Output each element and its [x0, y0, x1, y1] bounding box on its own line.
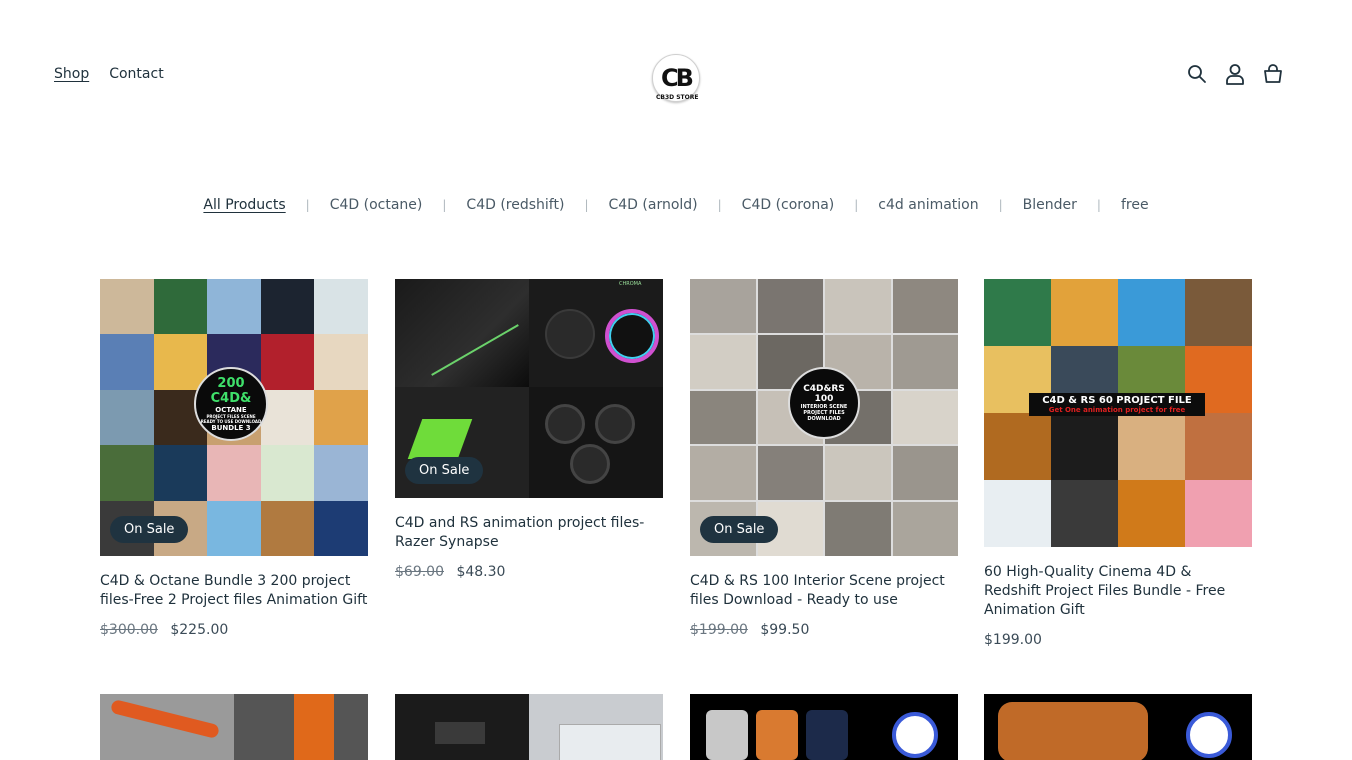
- filter-free[interactable]: free: [1121, 197, 1149, 213]
- badge-text: BUNDLE 3: [211, 424, 251, 432]
- badge-text: 100: [814, 394, 834, 404]
- product-title[interactable]: C4D & Octane Bundle 3 200 project files-…: [100, 572, 368, 610]
- product-title[interactable]: C4D & RS 100 Interior Scene project file…: [690, 572, 958, 610]
- sale-badge: On Sale: [700, 516, 779, 543]
- filter-separator: |: [717, 198, 722, 212]
- sale-price: $99.50: [760, 622, 810, 638]
- product-price: $69.00 $48.30: [395, 564, 663, 580]
- sale-badge: On Sale: [110, 516, 189, 543]
- main-nav: Shop Contact: [54, 66, 164, 82]
- cinema4d-logo-icon: [1158, 694, 1252, 760]
- badge-text: C4D&RS: [803, 384, 845, 394]
- product-card[interactable]: [984, 694, 1252, 760]
- filter-c4d-corona[interactable]: C4D (corona): [742, 197, 835, 213]
- filter-separator: |: [854, 198, 859, 212]
- product-image[interactable]: C4D & RS 60 PROJECT FILE Get One animati…: [984, 279, 1252, 547]
- bundle-badge: 200 C4D& OCTANE PROJECT FILES SCENE READ…: [194, 367, 268, 441]
- sale-price: $225.00: [170, 622, 229, 638]
- filter-separator: |: [305, 198, 310, 212]
- sale-badge: On Sale: [405, 457, 484, 484]
- filter-c4d-animation[interactable]: c4d animation: [878, 197, 978, 213]
- product-image[interactable]: [395, 694, 663, 760]
- product-card[interactable]: CHROMA On Sale C4D and RS animation proj…: [395, 279, 663, 580]
- cinema4d-logo-icon: [864, 694, 958, 760]
- nav-shop[interactable]: Shop: [54, 66, 89, 82]
- compare-price: $300.00: [100, 622, 158, 638]
- filter-separator: |: [442, 198, 447, 212]
- product-title[interactable]: 60 High-Quality Cinema 4D & Redshift Pro…: [984, 563, 1252, 620]
- filter-separator: |: [998, 198, 1003, 212]
- product-image[interactable]: [984, 694, 1252, 760]
- promo-subline: Get One animation project for free: [1048, 406, 1186, 414]
- collection-filters: All Products | C4D (octane) | C4D (redsh…: [0, 197, 1352, 213]
- nav-contact[interactable]: Contact: [109, 66, 163, 82]
- product-card[interactable]: [690, 694, 958, 760]
- product-card[interactable]: [395, 694, 663, 760]
- product-price: $199.00 $99.50: [690, 622, 958, 638]
- product-card[interactable]: [100, 694, 368, 760]
- product-card[interactable]: C4D&RS 100 INTERIOR SCENE PROJECT FILES …: [690, 279, 958, 638]
- promo-headline: C4D & RS 60 PROJECT FILE: [1042, 395, 1192, 406]
- badge-text: OCTANE: [215, 406, 247, 414]
- site-header: Shop Contact CB CB3D STORE: [0, 0, 1352, 150]
- filter-c4d-octane[interactable]: C4D (octane): [330, 197, 423, 213]
- product-image[interactable]: [690, 694, 958, 760]
- badge-text: 200 C4D&: [210, 376, 252, 406]
- regular-price: $199.00: [984, 632, 1042, 648]
- header-icons: [1186, 62, 1284, 86]
- product-image[interactable]: CHROMA On Sale: [395, 279, 663, 498]
- product-image[interactable]: 200 C4D& OCTANE PROJECT FILES SCENE READ…: [100, 279, 368, 556]
- product-card[interactable]: 200 C4D& OCTANE PROJECT FILES SCENE READ…: [100, 279, 368, 638]
- promo-banner: C4D & RS 60 PROJECT FILE Get One animati…: [1029, 393, 1205, 416]
- product-title[interactable]: C4D and RS animation project files-Razer…: [395, 514, 663, 552]
- filter-c4d-redshift[interactable]: C4D (redshift): [466, 197, 564, 213]
- image-caption: CHROMA: [619, 281, 642, 287]
- sale-price: $48.30: [456, 564, 506, 580]
- filter-blender[interactable]: Blender: [1023, 197, 1077, 213]
- bundle-badge: C4D&RS 100 INTERIOR SCENE PROJECT FILES …: [788, 367, 860, 439]
- logo-tagline: CB3D STORE: [656, 94, 699, 101]
- product-price: $199.00: [984, 632, 1252, 648]
- account-icon[interactable]: [1224, 62, 1246, 86]
- compare-price: $199.00: [690, 622, 748, 638]
- filter-separator: |: [584, 198, 589, 212]
- filter-all-products[interactable]: All Products: [203, 197, 285, 213]
- filter-separator: |: [1096, 198, 1101, 212]
- badge-text: DOWNLOAD: [807, 416, 841, 422]
- cart-icon[interactable]: [1262, 62, 1284, 86]
- product-price: $300.00 $225.00: [100, 622, 368, 638]
- product-image[interactable]: C4D&RS 100 INTERIOR SCENE PROJECT FILES …: [690, 279, 958, 556]
- product-card[interactable]: C4D & RS 60 PROJECT FILE Get One animati…: [984, 279, 1252, 648]
- filter-c4d-arnold[interactable]: C4D (arnold): [608, 197, 697, 213]
- compare-price: $69.00: [395, 564, 444, 580]
- product-image[interactable]: [100, 694, 368, 760]
- store-logo[interactable]: CB CB3D STORE: [650, 54, 706, 104]
- search-icon[interactable]: [1186, 62, 1208, 86]
